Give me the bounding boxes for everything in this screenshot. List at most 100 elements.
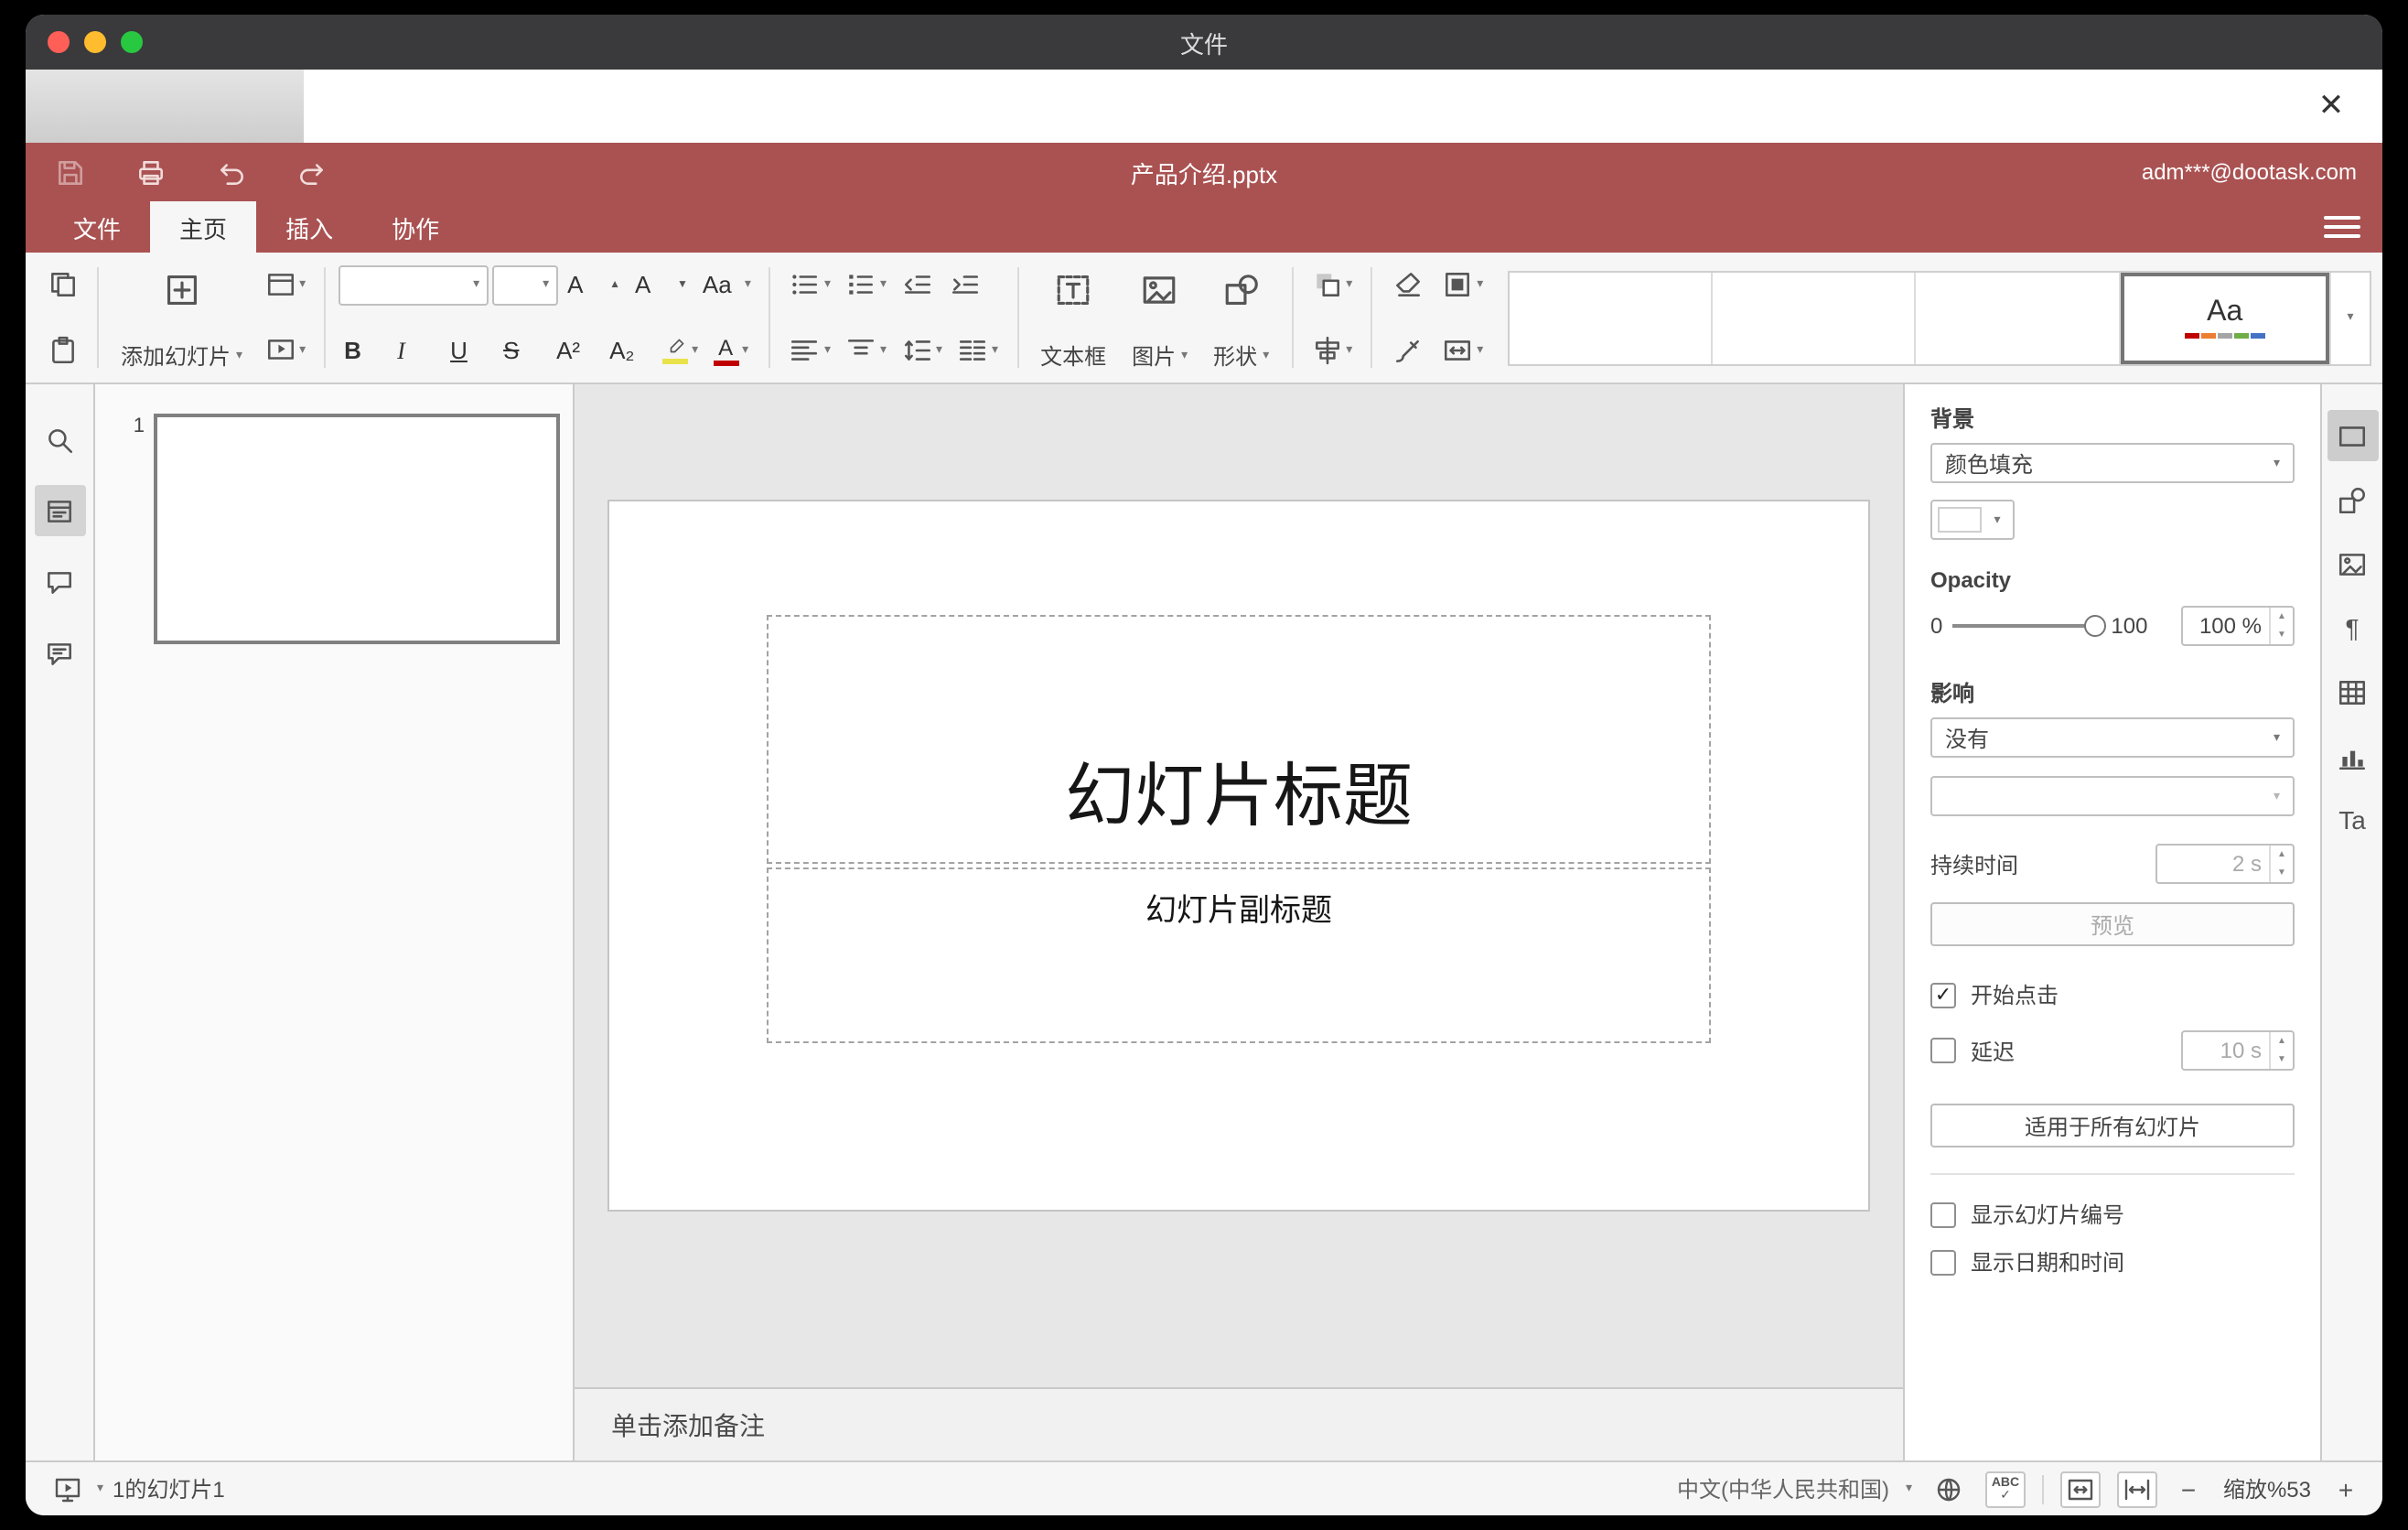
language-label[interactable]: 中文(中华人民共和国) (1677, 1473, 1889, 1504)
shape-settings-button[interactable] (2327, 474, 2378, 525)
print-icon[interactable] (132, 154, 168, 190)
search-button[interactable] (34, 414, 85, 465)
arrange-shapes-button[interactable]: ▾ (1306, 262, 1358, 307)
color-scheme-button[interactable]: ▾ (1436, 262, 1489, 307)
paste-icon[interactable] (40, 328, 84, 373)
line-spacing-button[interactable]: ▾ (896, 328, 948, 373)
spinner-down-icon[interactable]: ▼ (2271, 1051, 2293, 1069)
spellcheck-button[interactable]: ABC ✓ (1985, 1471, 2026, 1507)
tab-collaboration[interactable]: 协作 (362, 201, 468, 253)
zoom-level-label[interactable]: 缩放%53 (2220, 1473, 2315, 1504)
theme-option-3[interactable] (1916, 272, 2121, 363)
notes-area[interactable]: 单击添加备注 (575, 1387, 1903, 1460)
subscript-button[interactable]: A₂ (604, 328, 653, 373)
bold-button[interactable]: B (339, 328, 388, 373)
theme-option-selected[interactable]: Aa (2120, 272, 2330, 363)
theme-gallery-expand-button[interactable]: ▾ (2329, 272, 2370, 363)
show-slide-number-checkbox[interactable] (1930, 1201, 1956, 1227)
undo-icon[interactable] (212, 154, 249, 190)
fit-to-width-button[interactable] (2117, 1471, 2157, 1507)
opacity-slider[interactable] (1951, 613, 2106, 639)
decrease-font-button[interactable]: A ▼ (629, 262, 693, 307)
paragraph-settings-button[interactable]: ¶ (2327, 602, 2378, 653)
vertical-align-button[interactable]: ▾ (840, 328, 892, 373)
tab-insert[interactable]: 插入 (256, 201, 362, 253)
decrease-indent-button[interactable] (896, 262, 940, 307)
delay-spinner[interactable]: 10 s ▲ ▼ (2181, 1030, 2295, 1071)
effect-type-select[interactable]: ▾ (1930, 776, 2295, 816)
horizontal-align-button[interactable]: ▾ (784, 328, 836, 373)
highlight-color-button[interactable]: ▾ (657, 328, 704, 373)
font-color-button[interactable]: A ▾ (707, 328, 754, 373)
columns-button[interactable]: ▾ (951, 328, 1004, 373)
opacity-spinner[interactable]: 100 % ▲ ▼ (2181, 606, 2295, 646)
align-shapes-button[interactable]: ▾ (1306, 328, 1358, 373)
preview-button[interactable]: 预览 (1930, 902, 2295, 946)
chevron-down-icon[interactable]: ▾ (1906, 1482, 1912, 1495)
textart-settings-button[interactable]: Ta (2327, 794, 2378, 846)
copy-icon[interactable] (40, 262, 84, 307)
change-case-button[interactable]: Aa ▾ (697, 262, 757, 307)
chevron-down-icon[interactable]: ▾ (97, 1482, 103, 1495)
table-settings-button[interactable] (2327, 666, 2378, 717)
zoom-in-button[interactable]: + (2331, 1474, 2360, 1503)
fill-color-dropdown[interactable]: ▾ (1930, 500, 2015, 540)
copy-style-button[interactable] (1385, 328, 1429, 373)
subtitle-placeholder[interactable]: 幻灯片副标题 (767, 867, 1711, 1043)
hamburger-menu-icon[interactable] (2320, 210, 2364, 243)
delay-checkbox[interactable] (1930, 1038, 1956, 1063)
numbering-button[interactable]: ▾ (840, 262, 892, 307)
increase-indent-button[interactable] (943, 262, 987, 307)
close-icon[interactable]: ✕ (2309, 84, 2353, 128)
title-placeholder[interactable]: 幻灯片标题 (767, 615, 1711, 864)
strikethrough-button[interactable]: S (498, 328, 547, 373)
close-window-button[interactable] (48, 31, 70, 53)
tab-home[interactable]: 主页 (150, 201, 257, 253)
show-date-time-checkbox[interactable] (1930, 1249, 1956, 1275)
font-size-input[interactable]: ▾ (492, 264, 559, 305)
add-slide-button[interactable]: 添加幻灯片 ▾ (108, 260, 255, 375)
theme-option-2[interactable] (1712, 272, 1917, 363)
spinner-down-icon[interactable]: ▼ (2271, 626, 2293, 644)
slide-thumbnail[interactable] (154, 414, 560, 644)
zoom-window-button[interactable] (121, 31, 143, 53)
italic-button[interactable]: I (392, 328, 441, 373)
document-language-button[interactable] (1929, 1471, 1969, 1507)
effect-select[interactable]: 没有 ▾ (1930, 717, 2295, 758)
save-icon[interactable] (51, 154, 88, 190)
spinner-up-icon[interactable]: ▲ (2271, 846, 2293, 864)
start-slideshow-statusbar-button[interactable] (48, 1471, 88, 1507)
spinner-up-icon[interactable]: ▲ (2271, 1032, 2293, 1051)
tab-file[interactable]: 文件 (44, 201, 150, 253)
redo-icon[interactable] (293, 154, 329, 190)
chart-settings-button[interactable] (2327, 730, 2378, 781)
image-settings-button[interactable] (2327, 538, 2378, 589)
insert-textbox-button[interactable]: 文本框 (1027, 260, 1119, 375)
theme-option-1[interactable] (1509, 272, 1713, 363)
spinner-down-icon[interactable]: ▼ (2271, 864, 2293, 882)
bullets-button[interactable]: ▾ (784, 262, 836, 307)
font-name-input[interactable]: ▾ (339, 264, 489, 305)
superscript-button[interactable]: A² (551, 328, 600, 373)
apply-to-all-slides-button[interactable]: 适用于所有幻灯片 (1930, 1104, 2295, 1148)
start-slideshow-button[interactable]: ▾ (259, 328, 311, 373)
zoom-out-button[interactable]: − (2174, 1474, 2203, 1503)
spinner-up-icon[interactable]: ▲ (2271, 608, 2293, 626)
insert-image-button[interactable]: 图片 ▾ (1119, 260, 1200, 375)
comments-button[interactable] (34, 556, 85, 608)
fill-type-select[interactable]: 颜色填充 ▾ (1930, 443, 2295, 483)
slide-layout-button[interactable]: ▾ (259, 262, 311, 307)
slider-knob[interactable] (2083, 615, 2106, 637)
slide-size-button[interactable]: ▾ (1436, 328, 1489, 373)
minimize-window-button[interactable] (84, 31, 106, 53)
insert-shape-button[interactable]: 形状 ▾ (1200, 260, 1282, 375)
increase-font-button[interactable]: A ▲ (562, 262, 626, 307)
slide-settings-button[interactable] (2327, 410, 2378, 461)
underline-button[interactable]: U (445, 328, 494, 373)
duration-spinner[interactable]: 2 s ▲ ▼ (2155, 844, 2295, 884)
start-on-click-checkbox[interactable]: ✓ (1930, 982, 1956, 1007)
fit-to-slide-button[interactable] (2060, 1471, 2101, 1507)
slides-panel-button[interactable] (34, 485, 85, 536)
feedback-button[interactable] (34, 628, 85, 679)
clear-style-button[interactable] (1385, 262, 1429, 307)
